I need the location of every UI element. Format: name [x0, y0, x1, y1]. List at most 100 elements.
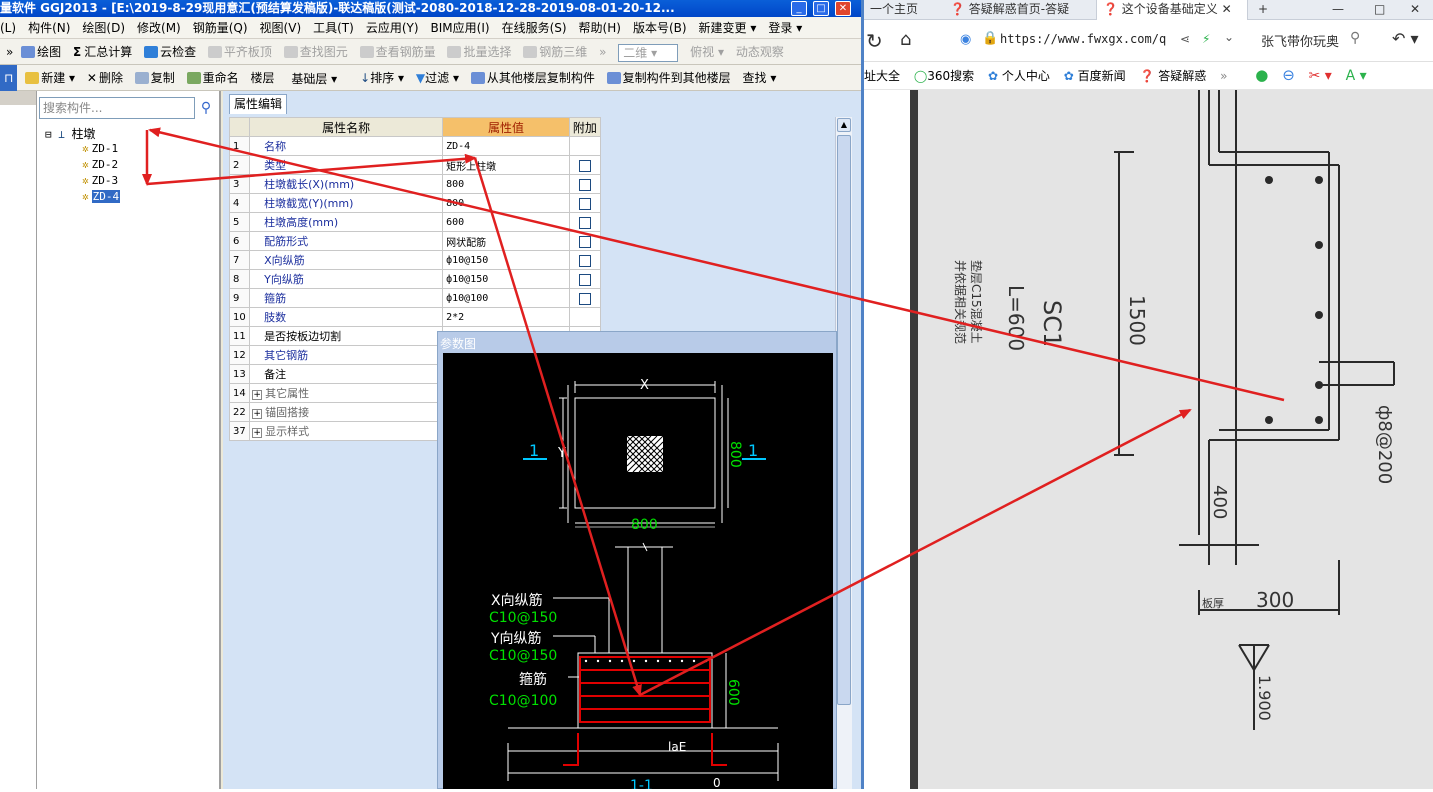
scroll-up-arrow-icon[interactable]: ▲: [837, 118, 851, 132]
overflow-chevron-icon[interactable]: »: [599, 39, 606, 65]
property-value[interactable]: 2*2: [442, 307, 570, 327]
chevron-down-icon[interactable]: ⌄: [1224, 30, 1234, 44]
view-rebar-button[interactable]: 查看钢筋量: [359, 39, 436, 65]
floor-select[interactable]: 基础层 ▾: [286, 69, 349, 88]
property-row[interactable]: 1 名称 ZD-4: [228, 136, 602, 156]
extra-checkbox[interactable]: [578, 254, 591, 267]
extra-checkbox[interactable]: [578, 159, 591, 172]
fav-baidu-news[interactable]: ✿ 百度新闻: [1064, 63, 1126, 89]
browser-tab-2[interactable]: ❓ 答疑解惑首页-答疑: [944, 0, 1094, 20]
property-value[interactable]: ф10@150: [442, 250, 570, 270]
menu-item[interactable]: 视图(V): [260, 17, 302, 39]
minimize-button[interactable]: —: [1326, 0, 1346, 20]
menu-item[interactable]: 云应用(Y): [366, 17, 419, 39]
menu-item[interactable]: 帮助(H): [579, 17, 621, 39]
extra-checkbox[interactable]: [578, 197, 591, 210]
delete-button[interactable]: ✕ 删除: [87, 65, 123, 91]
wechat-icon[interactable]: ●: [1255, 62, 1268, 88]
extra-checkbox[interactable]: [578, 292, 591, 305]
property-row[interactable]: 10 肢数 2*2: [228, 307, 602, 327]
overflow-chevron-icon[interactable]: »: [1220, 63, 1227, 89]
property-value[interactable]: 矩形上柱墩: [442, 155, 570, 175]
search-icon[interactable]: ⚲: [1350, 30, 1360, 46]
property-row[interactable]: 8 Y向纵筋 ф10@150: [228, 269, 602, 289]
tree-item-zd3[interactable]: ✲ ZD-3: [82, 174, 118, 187]
restore-button[interactable]: □: [1368, 0, 1388, 20]
browser-tab-1[interactable]: 一个主页: [864, 0, 942, 20]
sort-button[interactable]: ↓排序 ▾: [360, 65, 404, 91]
menu-item[interactable]: BIM应用(I): [431, 17, 490, 39]
menu-item[interactable]: 工具(T): [313, 17, 354, 39]
property-row[interactable]: 4 柱墩截宽(Y)(mm) 800: [228, 193, 602, 213]
overflow-chevron-icon[interactable]: »: [6, 39, 13, 65]
close-button[interactable]: ✕: [835, 1, 851, 16]
new-tab-button[interactable]: +: [1252, 0, 1276, 20]
property-value[interactable]: 600: [442, 212, 570, 232]
tree-item-zd1[interactable]: ✲ ZD-1: [82, 142, 118, 155]
rebar-3d-button[interactable]: 钢筋三维: [523, 39, 587, 65]
batch-select-button[interactable]: 批量选择: [447, 39, 511, 65]
property-row[interactable]: 5 柱墩高度(mm) 600: [228, 212, 602, 232]
sum-calc-button[interactable]: Σ 汇总计算: [73, 39, 132, 65]
extra-checkbox[interactable]: [578, 273, 591, 286]
vertical-scrollbar[interactable]: ▲: [835, 117, 852, 789]
copy-button[interactable]: 复制: [134, 65, 175, 91]
find-element-button[interactable]: 查找图元: [283, 39, 348, 65]
draw-button[interactable]: 绘图: [21, 39, 61, 65]
menu-item[interactable]: (L): [0, 17, 16, 39]
dynamic-view-button[interactable]: 动态观察: [736, 39, 784, 65]
top-view-button[interactable]: 俯视 ▾: [690, 39, 724, 65]
browser-tab-3[interactable]: ❓ 这个设备基础定义 ✕: [1096, 0, 1248, 20]
translate-icon[interactable]: A ▾: [1346, 63, 1367, 89]
property-row[interactable]: 9 箍筋 ф10@100: [228, 288, 602, 308]
menu-item[interactable]: 新建变更 ▾: [699, 17, 757, 39]
menu-item[interactable]: 版本号(B): [633, 17, 687, 39]
find-button[interactable]: 查找 ▾: [743, 65, 777, 91]
menu-item[interactable]: 构件(N): [28, 17, 70, 39]
property-value[interactable]: 800: [442, 193, 570, 213]
minus-circle-icon[interactable]: ⊖: [1282, 62, 1295, 88]
expand-plus-icon[interactable]: +: [252, 428, 263, 438]
close-button[interactable]: ✕: [1404, 0, 1424, 20]
copy-to-floor-button[interactable]: 复制构件到其他楼层: [606, 65, 731, 91]
close-tab-icon[interactable]: ✕: [1222, 2, 1232, 16]
property-value[interactable]: ф10@100: [442, 288, 570, 308]
property-value[interactable]: 800: [442, 174, 570, 194]
tree-item-zd4[interactable]: ✲ ZD-4: [82, 190, 121, 203]
menu-item[interactable]: 修改(M): [137, 17, 181, 39]
property-row[interactable]: 6 配筋形式 网状配筋: [228, 231, 602, 251]
minimize-button[interactable]: _: [791, 1, 807, 16]
scroll-thumb[interactable]: [837, 135, 851, 705]
menu-item[interactable]: 登录 ▾: [768, 17, 802, 39]
fav-nav[interactable]: 址大全: [864, 63, 900, 89]
menu-item[interactable]: 绘图(D): [82, 17, 125, 39]
restore-button[interactable]: □: [813, 1, 829, 16]
expand-plus-icon[interactable]: +: [252, 409, 263, 419]
url-field[interactable]: https://www.fwxgx.com/q: [1000, 32, 1166, 46]
copy-from-floor-button[interactable]: 从其他楼层复制构件: [470, 65, 595, 91]
cloud-check-button[interactable]: 云检查: [144, 39, 196, 65]
tab-property-edit[interactable]: 属性编辑: [229, 94, 287, 114]
home-icon[interactable]: ⌂: [900, 29, 911, 50]
lightning-icon[interactable]: ⚡: [1202, 32, 1210, 46]
menu-item[interactable]: 钢筋量(Q): [193, 17, 248, 39]
share-icon[interactable]: ⋖: [1180, 32, 1190, 46]
tree-root-column-pier[interactable]: ⊟ ⊥ 柱墩: [45, 125, 96, 142]
fav-360[interactable]: ◯360搜索: [914, 63, 974, 89]
pin-icon[interactable]: ⊓: [0, 65, 18, 91]
extra-checkbox[interactable]: [578, 178, 591, 191]
component-search-input[interactable]: 搜索构件...: [39, 97, 195, 119]
property-value[interactable]: ф10@150: [442, 269, 570, 289]
fav-personal[interactable]: ✿ 个人中心: [988, 63, 1050, 89]
property-value[interactable]: ZD-4: [442, 136, 570, 156]
menu-item[interactable]: 在线服务(S): [502, 17, 567, 39]
view-mode-select[interactable]: 二维 ▾: [618, 43, 679, 62]
undo-icon[interactable]: ↶ ▾: [1392, 29, 1419, 48]
refresh-icon[interactable]: ↻: [866, 29, 883, 53]
new-button[interactable]: 新建 ▾: [25, 65, 75, 91]
fav-qa[interactable]: ❓ 答疑解惑: [1139, 63, 1206, 89]
rename-button[interactable]: 重命名: [186, 65, 239, 91]
filter-button[interactable]: ▼过滤 ▾: [416, 65, 459, 91]
collapse-icon[interactable]: ⊟: [45, 128, 52, 141]
search-engine-field[interactable]: 张飞带你玩奥: [1261, 31, 1339, 50]
